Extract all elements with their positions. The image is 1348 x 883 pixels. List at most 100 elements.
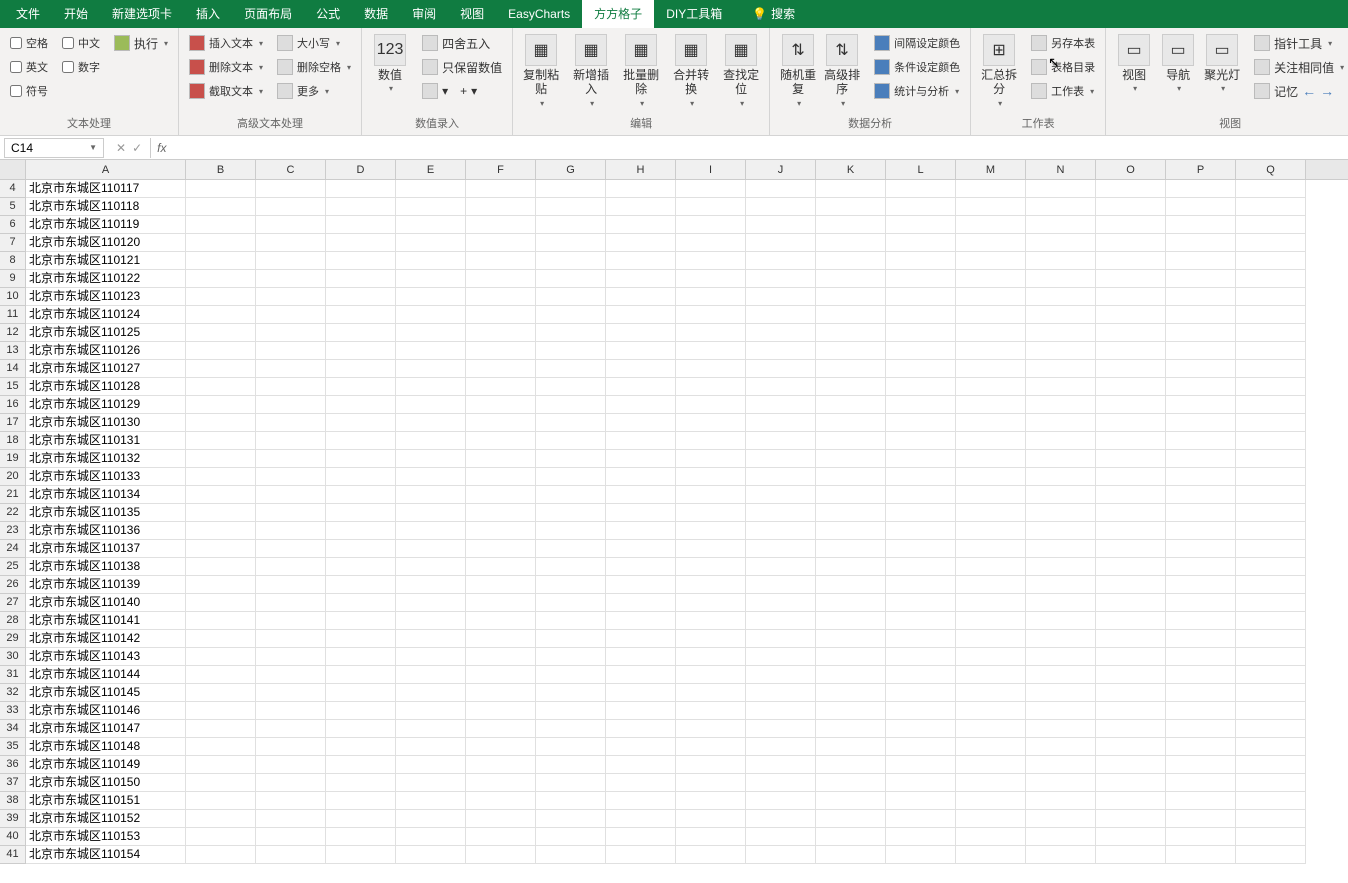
cell-B35[interactable]: [186, 738, 256, 756]
cell-L39[interactable]: [886, 810, 956, 828]
cell-P13[interactable]: [1166, 342, 1236, 360]
cell-A28[interactable]: 北京市东城区110141: [26, 612, 186, 630]
cell-K18[interactable]: [816, 432, 886, 450]
cell-I25[interactable]: [676, 558, 746, 576]
cell-C23[interactable]: [256, 522, 326, 540]
summary-split-button[interactable]: ⊞汇总拆分: [977, 32, 1021, 110]
cell-C28[interactable]: [256, 612, 326, 630]
cell-J9[interactable]: [746, 270, 816, 288]
cell-D12[interactable]: [326, 324, 396, 342]
cell-E40[interactable]: [396, 828, 466, 846]
cell-A10[interactable]: 北京市东城区110123: [26, 288, 186, 306]
row-header-33[interactable]: 33: [0, 702, 26, 720]
cell-E41[interactable]: [396, 846, 466, 864]
cell-E25[interactable]: [396, 558, 466, 576]
cell-D26[interactable]: [326, 576, 396, 594]
col-header-A[interactable]: A: [26, 160, 186, 179]
row-header-20[interactable]: 20: [0, 468, 26, 486]
col-header-F[interactable]: F: [466, 160, 536, 179]
cell-C31[interactable]: [256, 666, 326, 684]
cell-L28[interactable]: [886, 612, 956, 630]
cell-I31[interactable]: [676, 666, 746, 684]
btn-大小写[interactable]: 大小写: [273, 32, 355, 54]
cell-J39[interactable]: [746, 810, 816, 828]
cell-I9[interactable]: [676, 270, 746, 288]
cell-A30[interactable]: 北京市东城区110143: [26, 648, 186, 666]
cell-M11[interactable]: [956, 306, 1026, 324]
cell-K26[interactable]: [816, 576, 886, 594]
cell-N17[interactable]: [1026, 414, 1096, 432]
cell-E28[interactable]: [396, 612, 466, 630]
cell-K34[interactable]: [816, 720, 886, 738]
cell-A15[interactable]: 北京市东城区110128: [26, 378, 186, 396]
cell-D37[interactable]: [326, 774, 396, 792]
cell-N27[interactable]: [1026, 594, 1096, 612]
menu-DIY工具箱[interactable]: DIY工具箱: [654, 0, 734, 28]
cell-D5[interactable]: [326, 198, 396, 216]
cell-G21[interactable]: [536, 486, 606, 504]
cell-D11[interactable]: [326, 306, 396, 324]
cell-H22[interactable]: [606, 504, 676, 522]
cell-N36[interactable]: [1026, 756, 1096, 774]
row-header-7[interactable]: 7: [0, 234, 26, 252]
cell-F38[interactable]: [466, 792, 536, 810]
cell-N13[interactable]: [1026, 342, 1096, 360]
keep-value-button[interactable]: 只保留数值: [418, 56, 506, 78]
cell-C8[interactable]: [256, 252, 326, 270]
cell-D9[interactable]: [326, 270, 396, 288]
cell-N37[interactable]: [1026, 774, 1096, 792]
chk-中文[interactable]: 中文: [58, 32, 104, 54]
cell-H27[interactable]: [606, 594, 676, 612]
cell-H18[interactable]: [606, 432, 676, 450]
cell-A20[interactable]: 北京市东城区110133: [26, 468, 186, 486]
cell-N24[interactable]: [1026, 540, 1096, 558]
menu-文件[interactable]: 文件: [4, 0, 52, 28]
col-header-G[interactable]: G: [536, 160, 606, 179]
cell-A19[interactable]: 北京市东城区110132: [26, 450, 186, 468]
cell-P21[interactable]: [1166, 486, 1236, 504]
cell-P34[interactable]: [1166, 720, 1236, 738]
cell-P39[interactable]: [1166, 810, 1236, 828]
cell-Q35[interactable]: [1236, 738, 1306, 756]
cell-A29[interactable]: 北京市东城区110142: [26, 630, 186, 648]
row-header-23[interactable]: 23: [0, 522, 26, 540]
cell-E33[interactable]: [396, 702, 466, 720]
cell-A33[interactable]: 北京市东城区110146: [26, 702, 186, 720]
cell-I8[interactable]: [676, 252, 746, 270]
cell-Q33[interactable]: [1236, 702, 1306, 720]
cell-K38[interactable]: [816, 792, 886, 810]
cell-G22[interactable]: [536, 504, 606, 522]
cell-I12[interactable]: [676, 324, 746, 342]
cell-J29[interactable]: [746, 630, 816, 648]
cell-N16[interactable]: [1026, 396, 1096, 414]
row-header-29[interactable]: 29: [0, 630, 26, 648]
cell-A40[interactable]: 北京市东城区110153: [26, 828, 186, 846]
cell-I11[interactable]: [676, 306, 746, 324]
watch-same-button[interactable]: 关注相同值: [1250, 56, 1348, 78]
cell-E35[interactable]: [396, 738, 466, 756]
cell-D25[interactable]: [326, 558, 396, 576]
cell-A35[interactable]: 北京市东城区110148: [26, 738, 186, 756]
cell-G27[interactable]: [536, 594, 606, 612]
cell-C6[interactable]: [256, 216, 326, 234]
cell-J26[interactable]: [746, 576, 816, 594]
cell-J32[interactable]: [746, 684, 816, 702]
cell-L12[interactable]: [886, 324, 956, 342]
cell-E11[interactable]: [396, 306, 466, 324]
row-header-6[interactable]: 6: [0, 216, 26, 234]
cell-M22[interactable]: [956, 504, 1026, 522]
cell-K15[interactable]: [816, 378, 886, 396]
cell-G25[interactable]: [536, 558, 606, 576]
cell-M6[interactable]: [956, 216, 1026, 234]
cell-N40[interactable]: [1026, 828, 1096, 846]
btn-删除空格[interactable]: 删除空格: [273, 56, 355, 78]
cell-B20[interactable]: [186, 468, 256, 486]
cell-I41[interactable]: [676, 846, 746, 864]
cell-B23[interactable]: [186, 522, 256, 540]
btn-条件设定颜色[interactable]: 条件设定颜色: [870, 56, 964, 78]
memory-button[interactable]: 记忆 ←→: [1250, 80, 1348, 102]
cell-L22[interactable]: [886, 504, 956, 522]
cell-G23[interactable]: [536, 522, 606, 540]
cell-P14[interactable]: [1166, 360, 1236, 378]
cell-D14[interactable]: [326, 360, 396, 378]
